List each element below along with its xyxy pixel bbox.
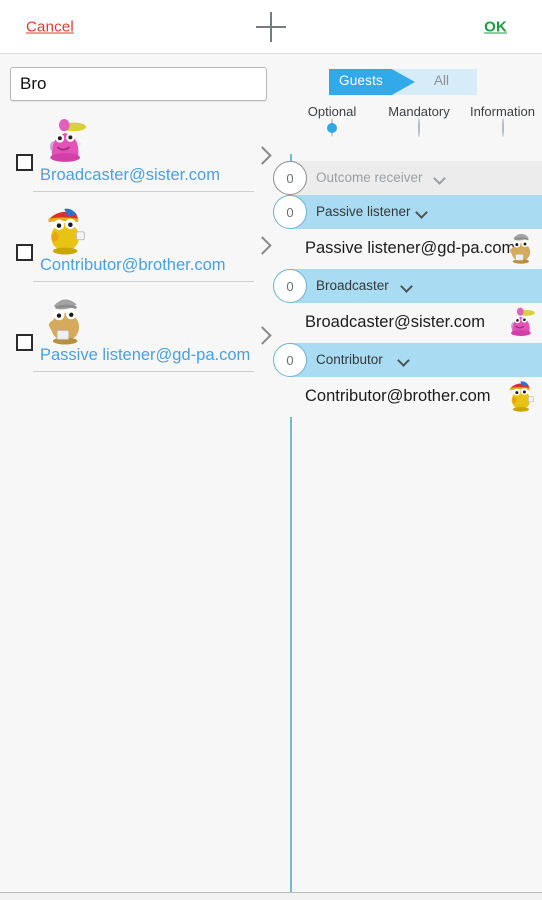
radio-button[interactable]	[331, 118, 333, 137]
contact-email: Contributor@brother.com	[40, 256, 226, 274]
chevron-right-icon[interactable]	[253, 326, 272, 345]
role-group-label: Outcome receiver	[316, 170, 423, 185]
contact-list: Broadcaster@sister.com Contributor@broth…	[0, 111, 289, 381]
guests-all-toggle[interactable]: All Guests	[329, 69, 477, 95]
guest-picker-screen: Cancel OK Broadcaster@sister.com	[0, 0, 542, 900]
yellow-bird-avatar	[503, 377, 540, 414]
contact-checkbox[interactable]	[16, 334, 33, 351]
tab-guests-label: Guests	[339, 73, 383, 88]
contact-search-pane: Broadcaster@sister.com Contributor@broth…	[0, 54, 289, 892]
yellow-bird-avatar	[38, 202, 94, 258]
gray-bird-avatar	[503, 229, 540, 266]
role-count-badge: 0	[273, 161, 307, 195]
radio-option-mandatory[interactable]: Mandatory	[375, 104, 463, 137]
cancel-button[interactable]: Cancel	[26, 18, 74, 35]
radio-label: Information	[469, 104, 536, 119]
radio-button[interactable]	[418, 118, 420, 137]
role-count-badge: 0	[273, 343, 307, 377]
role-group-item[interactable]: Contributor@brother.com	[289, 377, 542, 417]
role-count-badge: 0	[273, 195, 307, 229]
chevron-right-icon[interactable]	[253, 236, 272, 255]
contact-email: Passive listener@gd-pa.com	[40, 346, 251, 364]
contact-list-item[interactable]: Contributor@brother.com	[0, 201, 289, 291]
contact-checkbox[interactable]	[16, 244, 33, 261]
radio-option-optional[interactable]: Optional	[289, 104, 375, 137]
role-group-label: Broadcaster	[316, 278, 389, 293]
role-item-email: Contributor@brother.com	[305, 387, 491, 405]
contact-divider	[33, 281, 254, 282]
role-group-item[interactable]: Broadcaster@sister.com	[289, 303, 542, 343]
contact-checkbox[interactable]	[16, 154, 33, 171]
radio-label: Mandatory	[388, 104, 450, 119]
role-group-label: Passive listener	[316, 204, 411, 219]
role-group-list: 0 Outcome receiver 0 Passive listener Passiv…	[273, 161, 542, 417]
top-action-bar: Cancel OK	[0, 0, 542, 54]
role-item-email: Passive listener@gd-pa.com	[305, 239, 516, 257]
contact-divider	[33, 371, 254, 372]
search-field-wrapper	[0, 54, 289, 101]
pink-character-avatar	[503, 303, 540, 340]
radio-button[interactable]	[501, 118, 504, 137]
plus-icon[interactable]	[254, 10, 288, 44]
role-group-header[interactable]: 0 Broadcaster	[273, 269, 542, 303]
radio-label: Optional	[307, 104, 357, 119]
contact-divider	[33, 191, 254, 192]
contact-email: Broadcaster@sister.com	[40, 166, 220, 184]
role-group-label: Contributor	[316, 352, 383, 367]
role-group-header[interactable]: 0 Outcome receiver	[273, 161, 542, 195]
search-input[interactable]	[10, 67, 267, 101]
bottom-strip	[0, 893, 542, 900]
role-item-email: Broadcaster@sister.com	[305, 313, 485, 331]
tab-all-label: All	[433, 73, 449, 88]
attendance-type-radio-group: Optional Mandatory Information	[289, 104, 542, 152]
role-count-badge: 0	[273, 269, 307, 303]
gray-bird-avatar	[38, 292, 94, 348]
contact-list-item[interactable]: Passive listener@gd-pa.com	[0, 291, 289, 381]
pink-character-avatar	[38, 112, 94, 168]
role-group-header[interactable]: 0 Passive listener	[273, 195, 542, 229]
chevron-right-icon[interactable]	[253, 146, 272, 165]
role-group-header[interactable]: 0 Contributor	[273, 343, 542, 377]
radio-option-information[interactable]: Information	[463, 104, 542, 137]
ok-button[interactable]: OK	[484, 18, 507, 35]
guest-roles-pane: All Guests Optional Mandatory Information …	[273, 54, 542, 892]
role-group-item[interactable]: Passive listener@gd-pa.com	[289, 229, 542, 269]
contact-list-item[interactable]: Broadcaster@sister.com	[0, 111, 289, 201]
